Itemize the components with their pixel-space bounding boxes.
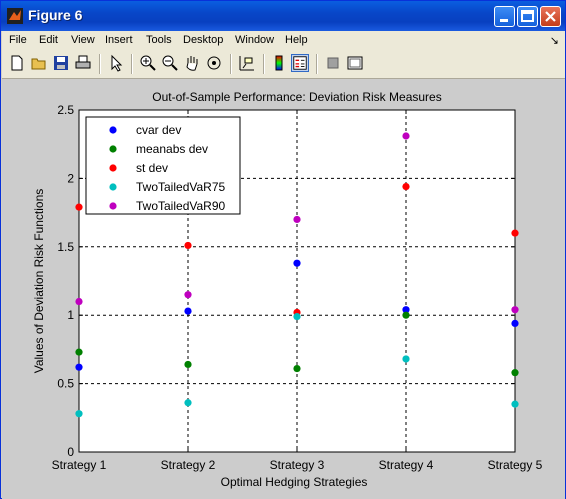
- window-title: Figure 6: [28, 7, 83, 23]
- data-point: [184, 360, 192, 369]
- minimize-button[interactable]: [494, 6, 515, 27]
- y-tick-label: 0.5: [57, 377, 74, 391]
- data-point: [293, 312, 301, 321]
- maximize-button[interactable]: [517, 6, 538, 27]
- menu-insert[interactable]: Insert: [105, 34, 133, 46]
- title-bar[interactable]: Figure 6: [1, 1, 565, 31]
- x-tick-label: Strategy 1: [52, 458, 107, 472]
- legend-label: meanabs dev: [136, 142, 208, 156]
- data-point: [402, 183, 410, 191]
- scatter-chart: Strategy 1 Strategy 2 Strategy 3 Strategy 4…: [32, 90, 543, 489]
- rotate-3d-icon[interactable]: [205, 54, 223, 72]
- menu-edit[interactable]: Edit: [39, 34, 58, 46]
- legend-marker: [109, 145, 117, 153]
- legend-marker: [109, 183, 117, 191]
- data-point: [184, 291, 192, 299]
- data-point: [184, 241, 192, 250]
- menu-tools[interactable]: Tools: [146, 34, 172, 46]
- x-tick-label: Strategy 5: [488, 458, 543, 472]
- legend-label: TwoTailedVaR75: [136, 180, 225, 194]
- toolbar-separator: [131, 54, 133, 74]
- toolbar-separator: [316, 54, 318, 74]
- show-plot-tools-icon[interactable]: [346, 54, 364, 72]
- maximize-icon: [521, 10, 534, 22]
- data-point: [184, 399, 192, 407]
- figure-canvas: Strategy 1 Strategy 2 Strategy 3 Strategy 4…: [2, 79, 565, 499]
- data-point: [75, 363, 83, 371]
- y-axis-label: Values of Deviation Risk Functions: [32, 189, 46, 374]
- toolbar-separator: [263, 54, 265, 74]
- legend-label: cvar dev: [136, 123, 181, 137]
- x-tick-label: Strategy 2: [161, 458, 216, 472]
- y-tick-label: 1: [67, 308, 74, 322]
- new-file-icon[interactable]: [8, 54, 26, 72]
- close-icon: [545, 11, 556, 22]
- legend-marker: [109, 202, 117, 210]
- data-point: [511, 400, 519, 408]
- data-point: [293, 259, 301, 267]
- x-tick-label: Strategy 4: [379, 458, 434, 472]
- menu-file[interactable]: File: [9, 34, 27, 46]
- data-point: [75, 203, 83, 211]
- data-point: [293, 215, 301, 224]
- figure-window: Figure 6 File Edit View Insert Tools Des…: [0, 0, 566, 499]
- chart-title: Out-of-Sample Performance: Deviation Ris…: [152, 90, 441, 104]
- data-point: [402, 355, 410, 363]
- legend-icon[interactable]: [291, 54, 309, 72]
- toolbar-separator: [230, 54, 232, 74]
- legend-marker: [109, 126, 117, 134]
- data-point: [75, 348, 83, 356]
- menu-desktop[interactable]: Desktop: [183, 34, 223, 46]
- data-point: [75, 297, 83, 306]
- data-point: [511, 319, 519, 328]
- dock-arrow-icon[interactable]: ↘: [550, 34, 559, 47]
- zoom-in-icon[interactable]: [139, 54, 157, 72]
- arrow-pointer-icon[interactable]: [107, 54, 125, 72]
- menu-view[interactable]: View: [71, 34, 95, 46]
- x-tick-label: Strategy 3: [270, 458, 325, 472]
- menu-help[interactable]: Help: [285, 34, 308, 46]
- matlab-icon: [7, 8, 23, 24]
- x-axis-label: Optimal Hedging Strategies: [221, 475, 368, 489]
- close-button[interactable]: [540, 6, 561, 27]
- save-icon[interactable]: [52, 54, 70, 72]
- y-tick-label: 2.5: [57, 103, 74, 117]
- colorbar-icon[interactable]: [270, 54, 288, 72]
- data-point: [293, 364, 301, 373]
- pan-hand-icon[interactable]: [183, 54, 201, 72]
- y-tick-label: 1.5: [57, 240, 74, 254]
- data-point: [402, 311, 410, 319]
- data-point: [511, 306, 519, 314]
- data-point: [511, 229, 519, 237]
- data-cursor-icon[interactable]: [238, 54, 256, 72]
- print-icon[interactable]: [74, 54, 92, 72]
- y-tick-label: 2: [67, 171, 74, 185]
- hide-plot-tools-icon[interactable]: [324, 54, 342, 72]
- toolbar: [2, 50, 565, 79]
- legend-label: st dev: [136, 161, 168, 175]
- data-point: [402, 132, 410, 140]
- legend-marker: [109, 164, 117, 172]
- menu-bar: File Edit View Insert Tools Desktop Wind…: [2, 31, 565, 50]
- zoom-out-icon[interactable]: [161, 54, 179, 72]
- open-folder-icon[interactable]: [30, 54, 48, 72]
- data-point: [511, 369, 519, 377]
- y-tick-label: 0: [67, 445, 74, 459]
- data-point: [75, 410, 83, 418]
- legend-label: TwoTailedVaR90: [136, 199, 225, 213]
- menu-window[interactable]: Window: [235, 34, 274, 46]
- legend[interactable]: cvar dev meanabs dev st dev TwoTailedVaR75 T…: [85, 116, 241, 215]
- data-point: [184, 307, 192, 315]
- minimize-icon: [500, 19, 508, 22]
- toolbar-separator: [99, 54, 101, 74]
